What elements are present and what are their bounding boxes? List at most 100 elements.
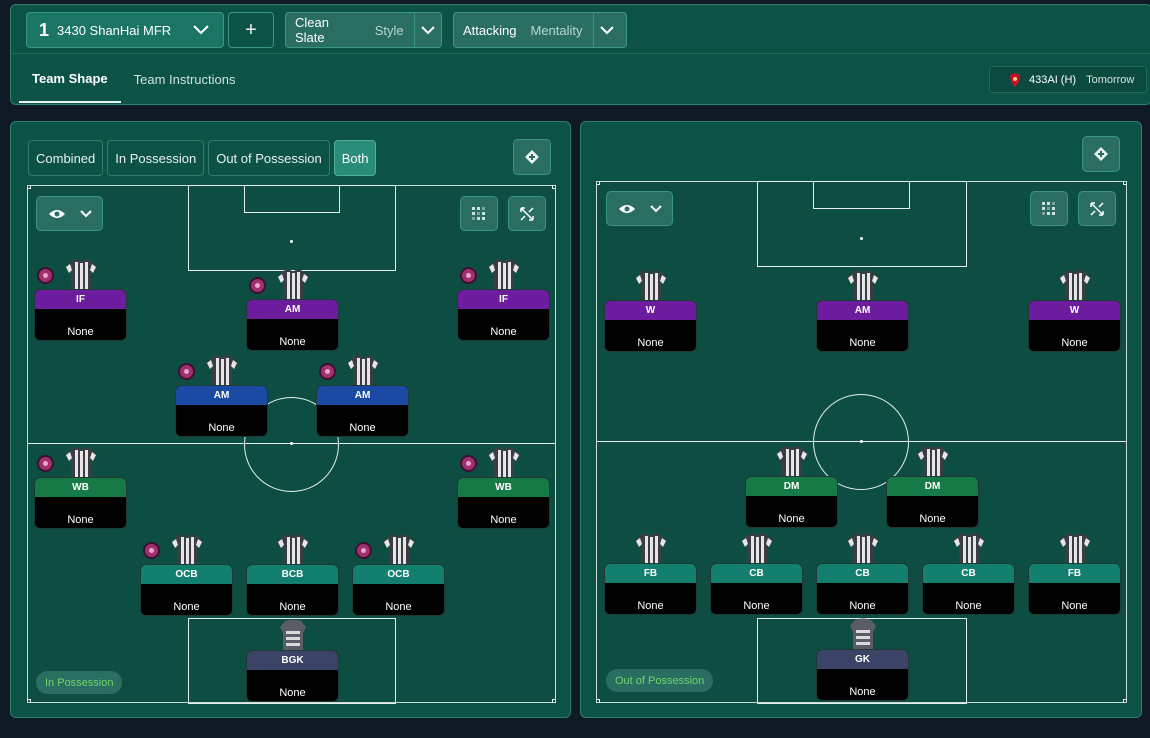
tactic-name: 3430 ShanHai MFR xyxy=(57,22,172,38)
player-role: CB xyxy=(817,564,908,583)
filter-out-of-possession[interactable]: Out of Possession xyxy=(208,140,330,176)
player-trait-badge-icon xyxy=(143,542,160,559)
player-role: AM xyxy=(176,386,267,405)
filter-both[interactable]: Both xyxy=(333,140,377,176)
shirt-icon xyxy=(206,355,238,387)
shirt-icon xyxy=(280,619,306,652)
player-duty: None xyxy=(385,601,412,613)
filter-in-possession[interactable]: In Possession xyxy=(107,140,205,176)
chevron-down-icon xyxy=(421,25,435,34)
expand-icon xyxy=(1090,201,1104,216)
player-role: IF xyxy=(35,290,126,309)
tab-team-instructions[interactable]: Team Instructions xyxy=(121,55,249,103)
role-card[interactable]: AM None xyxy=(316,385,409,437)
phase-badge: Out of Possession xyxy=(606,669,714,692)
role-card[interactable]: OCB None xyxy=(352,564,445,616)
player-role: WB xyxy=(458,478,549,497)
in-possession-panel: Combined In Possession Out of Possession… xyxy=(10,121,571,718)
player-trait-badge-icon xyxy=(37,267,54,284)
mentality-selector[interactable]: Attacking Mentality xyxy=(453,12,627,48)
corner-arc xyxy=(552,699,556,703)
tab-team-shape[interactable]: Team Shape xyxy=(19,55,121,103)
shirt-icon xyxy=(847,533,879,565)
shirt-icon xyxy=(1059,270,1091,302)
mentality-dropdown-button[interactable] xyxy=(592,13,621,47)
expand-button[interactable] xyxy=(508,196,546,231)
role-card[interactable]: CB None xyxy=(816,563,909,615)
shirt-icon xyxy=(277,269,309,301)
shirt-icon xyxy=(277,534,309,566)
visibility-dropdown[interactable] xyxy=(606,191,673,226)
tactic-toolbar: 1 3430 ShanHai MFR + Clean Slate Style A… xyxy=(11,5,1150,54)
role-card[interactable]: CB None xyxy=(710,563,803,615)
player-duty: None xyxy=(849,600,876,612)
shirt-icon xyxy=(635,533,667,565)
shirt-icon xyxy=(347,355,379,387)
player-duty: None xyxy=(743,600,770,612)
grid-toggle-button[interactable] xyxy=(460,196,498,231)
player-duty: None xyxy=(637,337,664,349)
role-card[interactable]: FB None xyxy=(604,563,697,615)
add-tactic-button[interactable]: + xyxy=(228,12,274,48)
player-trait-badge-icon xyxy=(37,455,54,472)
player-duty: None xyxy=(1061,337,1088,349)
role-card[interactable]: IF None xyxy=(457,289,550,341)
role-card[interactable]: DM None xyxy=(886,476,979,528)
swap-button[interactable] xyxy=(513,139,551,175)
player-trait-badge-icon xyxy=(355,542,372,559)
player-duty: None xyxy=(490,326,517,338)
player-trait-badge-icon xyxy=(178,363,195,380)
role-card[interactable]: BCB None xyxy=(246,564,339,616)
player-duty: None xyxy=(849,686,876,698)
player-role: W xyxy=(1029,301,1120,320)
grid-icon xyxy=(472,206,485,220)
grid-toggle-button[interactable] xyxy=(1030,191,1068,226)
corner-arc xyxy=(27,185,31,189)
swap-button[interactable] xyxy=(1082,136,1120,172)
tactics-tabs: Team Shape Team Instructions xyxy=(19,55,249,105)
expand-icon xyxy=(520,206,534,221)
player-duty: None xyxy=(955,600,982,612)
player-duty: None xyxy=(279,336,306,348)
role-card[interactable]: AM None xyxy=(246,299,339,351)
player-duty: None xyxy=(778,513,805,525)
style-selector[interactable]: Clean Slate Style xyxy=(285,12,442,48)
player-role: AM xyxy=(317,386,408,405)
tactics-header: 1 3430 ShanHai MFR + Clean Slate Style A… xyxy=(10,4,1150,105)
next-match-opponent: 433AI (H) xyxy=(1029,73,1077,86)
player-trait-badge-icon xyxy=(460,455,477,472)
role-card[interactable]: W None xyxy=(1028,300,1121,352)
player-duty: None xyxy=(849,337,876,349)
goal-area-top xyxy=(244,185,340,213)
player-duty: None xyxy=(67,514,94,526)
role-card[interactable]: AM None xyxy=(175,385,268,437)
shirt-icon xyxy=(850,618,876,651)
player-role: W xyxy=(605,301,696,320)
role-card[interactable]: WB None xyxy=(34,477,127,529)
eye-icon xyxy=(618,204,635,213)
role-card[interactable]: WB None xyxy=(457,477,550,529)
role-card[interactable]: AM None xyxy=(816,300,909,352)
style-dropdown-button[interactable] xyxy=(413,13,441,47)
tactic-selector[interactable]: 1 3430 ShanHai MFR xyxy=(26,12,224,48)
visibility-dropdown[interactable] xyxy=(36,196,103,231)
role-card[interactable]: W None xyxy=(604,300,697,352)
player-trait-badge-icon xyxy=(319,363,336,380)
role-card[interactable]: CB None xyxy=(922,563,1015,615)
expand-button[interactable] xyxy=(1078,191,1116,226)
next-match-widget[interactable]: 433AI (H) Tomorrow xyxy=(989,66,1147,93)
shirt-icon xyxy=(741,533,773,565)
corner-arc xyxy=(1123,181,1127,185)
role-card[interactable]: OCB None xyxy=(140,564,233,616)
role-card[interactable]: IF None xyxy=(34,289,127,341)
player-role: FB xyxy=(1029,564,1120,583)
tactic-slot-number: 1 xyxy=(39,19,50,40)
grid-icon xyxy=(1042,201,1055,215)
role-card[interactable]: GK None xyxy=(816,649,909,701)
filter-combined[interactable]: Combined xyxy=(28,140,104,176)
role-card[interactable]: FB None xyxy=(1028,563,1121,615)
role-card[interactable]: BGK None xyxy=(246,650,339,702)
player-duty: None xyxy=(208,422,235,434)
player-role: OCB xyxy=(353,565,444,584)
role-card[interactable]: DM None xyxy=(745,476,838,528)
